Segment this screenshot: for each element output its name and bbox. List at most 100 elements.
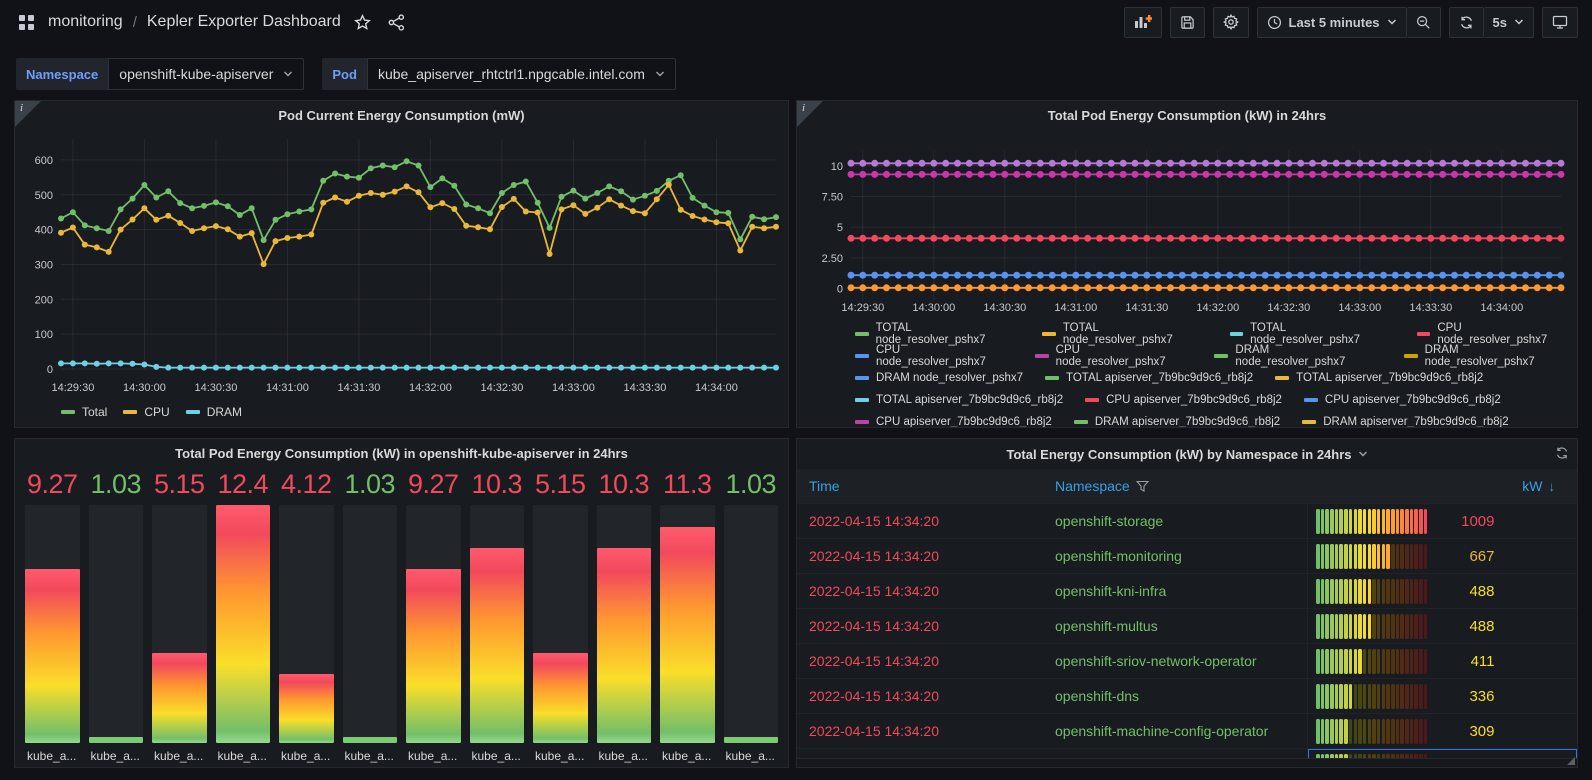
legend-swatch bbox=[855, 332, 869, 336]
legend-item[interactable]: TOTAL node_resolver_pshx7 bbox=[1229, 322, 1395, 346]
panel-resize-handle[interactable] bbox=[1567, 757, 1575, 765]
lcd-segment bbox=[1419, 613, 1423, 639]
legend-item[interactable]: TOTAL apiserver_7b9bc9d9c6_rb8j2 bbox=[1275, 372, 1483, 384]
add-panel-button[interactable] bbox=[1123, 6, 1162, 38]
legend-item-CPU[interactable]: CPU bbox=[123, 405, 170, 419]
bar-gauge-column[interactable]: 9.27 kube_a... bbox=[406, 469, 461, 763]
legend-item-DRAM[interactable]: DRAM bbox=[185, 405, 242, 419]
bar-track bbox=[342, 505, 397, 743]
bar-fill bbox=[469, 547, 524, 743]
lcd-segment bbox=[1395, 613, 1400, 639]
bar-track bbox=[25, 505, 80, 743]
zoom-out-button[interactable] bbox=[1406, 6, 1441, 38]
bar-gauge-column[interactable]: 11.3 kube_a... bbox=[660, 469, 715, 763]
legend-item[interactable]: CPU node_resolver_pshx7 bbox=[1416, 322, 1571, 346]
legend-item[interactable]: CPU node_resolver_pshx7 bbox=[855, 344, 1013, 368]
lcd-segment bbox=[1376, 683, 1381, 709]
cell-time: 2022-04-15 14:34:20 bbox=[809, 723, 939, 739]
legend-item[interactable]: CPU apiserver_7b9bc9d9c6_rb8j2 bbox=[1303, 394, 1501, 406]
panel-title[interactable]: Total Pod Energy Consumption (kW) in ope… bbox=[15, 439, 788, 467]
legend-row: TOTAL apiserver_7b9bc9d9c6_rb8j2 CPU apis… bbox=[855, 389, 1571, 411]
kiosk-mode-button[interactable] bbox=[1542, 6, 1578, 38]
column-header-kw[interactable]: kW ↓ bbox=[1307, 478, 1577, 494]
lcd-segment bbox=[1339, 543, 1343, 569]
namespace-variable-select[interactable]: openshift-kube-apiserver bbox=[108, 58, 305, 90]
legend-item[interactable]: DRAM apiserver_7b9bc9d9c6_rb8j2 bbox=[1073, 416, 1280, 427]
bar-gauge-chart: 9.27 kube_a... 1.03 kube_a... 5.15 kube_a... 1… bbox=[25, 469, 778, 763]
legend-item-Total[interactable]: Total bbox=[61, 405, 107, 419]
panel-title[interactable]: Total Energy Consumption (kW) by Namespa… bbox=[797, 439, 1577, 469]
lcd-segment bbox=[1316, 543, 1320, 569]
lcd-segment bbox=[1334, 543, 1339, 569]
lcd-segment bbox=[1423, 613, 1428, 639]
legend-item[interactable]: TOTAL apiserver_7b9bc9d9c6_rb8j2 bbox=[1045, 372, 1253, 384]
pod-variable-select[interactable]: kube_apiserver_rhtctrl1.npgcable.intel.c… bbox=[366, 58, 676, 90]
legend-swatch bbox=[1073, 420, 1088, 424]
bar-gauge-column[interactable]: 10.3 kube_a... bbox=[596, 469, 651, 763]
column-header-time[interactable]: Time bbox=[797, 478, 1055, 494]
legend-item[interactable]: TOTAL node_resolver_pshx7 bbox=[855, 322, 1020, 346]
bar-gauge-column[interactable]: 1.03 kube_a... bbox=[342, 469, 397, 763]
panel-total-pod-energy-24h: i Total Pod Energy Consumption (kW) in 2… bbox=[796, 100, 1578, 428]
bar-gauge-column[interactable]: 12.4 kube_a... bbox=[215, 469, 270, 763]
lcd-segment bbox=[1367, 648, 1372, 674]
apps-grid-icon[interactable] bbox=[14, 10, 38, 34]
cell-kw: 411 bbox=[1307, 644, 1577, 678]
cell-namespace: openshift-kni-infra bbox=[1055, 583, 1167, 599]
y-axis-tick: 400 bbox=[35, 225, 53, 237]
refresh-interval-picker[interactable]: 5s bbox=[1483, 6, 1534, 38]
bar-gauge-column[interactable]: 9.27 kube_a... bbox=[25, 469, 80, 763]
bar-gauge-column[interactable]: 5.15 kube_a... bbox=[152, 469, 207, 763]
breadcrumb-section[interactable]: monitoring bbox=[48, 13, 123, 31]
bar-gauge-column[interactable]: 10.3 kube_a... bbox=[469, 469, 524, 763]
y-axis-tick: 500 bbox=[35, 190, 53, 202]
x-axis-tick: 14:30:30 bbox=[195, 382, 238, 394]
lcd-segment bbox=[1362, 543, 1367, 569]
bar-track bbox=[215, 505, 270, 743]
lcd-segment bbox=[1391, 578, 1395, 604]
panel-title[interactable]: Pod Current Energy Consumption (mW) bbox=[15, 101, 788, 129]
panel-title[interactable]: Total Pod Energy Consumption (kW) in 24h… bbox=[797, 101, 1577, 129]
cell-kw-value: 411 bbox=[1470, 652, 1495, 670]
legend-label: TOTAL node_resolver_pshx7 bbox=[1250, 322, 1361, 346]
bar-gauge-column[interactable]: 4.12 kube_a... bbox=[279, 469, 334, 763]
legend-item[interactable]: DRAM node_resolver_pshx7 bbox=[855, 372, 1023, 384]
lcd-segment bbox=[1372, 508, 1376, 534]
legend-swatch bbox=[855, 420, 869, 424]
time-range-picker[interactable]: Last 5 minutes bbox=[1256, 6, 1407, 38]
cell-time: 2022-04-15 14:34:20 bbox=[809, 583, 939, 599]
lcd-gauge bbox=[1316, 543, 1429, 569]
legend-label: CPU node_resolver_pshx7 bbox=[875, 344, 986, 368]
bar-fill bbox=[152, 653, 207, 743]
legend-item[interactable]: CPU apiserver_7b9bc9d9c6_rb8j2 bbox=[1085, 394, 1282, 406]
dashboard-settings-button[interactable] bbox=[1212, 6, 1249, 38]
page-title[interactable]: Kepler Exporter Dashboard bbox=[147, 13, 341, 31]
legend-item[interactable]: DRAM node_resolver_pshx7 bbox=[1403, 344, 1571, 368]
refresh-dashboard-button[interactable] bbox=[1448, 6, 1484, 38]
legend-item[interactable]: DRAM node_resolver_pshx7 bbox=[1214, 344, 1381, 368]
x-axis-tick: 14:30:00 bbox=[912, 302, 955, 314]
lcd-segment bbox=[1423, 543, 1428, 569]
star-icon[interactable] bbox=[351, 10, 375, 34]
legend-item[interactable]: TOTAL apiserver_7b9bc9d9c6_rb8j2 bbox=[855, 394, 1063, 406]
legend-item[interactable]: TOTAL node_resolver_pshx7 bbox=[1042, 322, 1207, 346]
save-dashboard-button[interactable] bbox=[1169, 6, 1205, 38]
legend-item[interactable]: CPU apiserver_7b9bc9d9c6_rb8j2 bbox=[855, 416, 1052, 427]
lcd-segment bbox=[1325, 683, 1329, 709]
legend-item[interactable]: CPU node_resolver_pshx7 bbox=[1034, 344, 1193, 368]
lcd-segment bbox=[1405, 718, 1409, 744]
column-header-namespace[interactable]: Namespace bbox=[1055, 478, 1307, 494]
cell-kw: 336 bbox=[1307, 679, 1577, 713]
bar-gauge-column[interactable]: 5.15 kube_a... bbox=[533, 469, 588, 763]
lcd-segment bbox=[1386, 648, 1390, 674]
lcd-segment bbox=[1353, 648, 1357, 674]
lcd-segment bbox=[1391, 718, 1395, 744]
chevron-down-icon bbox=[1358, 451, 1367, 457]
cell-time: 2022-04-15 14:34:20 bbox=[809, 513, 939, 529]
bar-gauge-column[interactable]: 1.03 kube_a... bbox=[723, 469, 778, 763]
panel-refresh-icon[interactable] bbox=[1555, 446, 1569, 460]
share-icon[interactable] bbox=[385, 10, 409, 34]
x-axis-tick: 14:33:00 bbox=[1338, 302, 1381, 314]
bar-gauge-column[interactable]: 1.03 kube_a... bbox=[88, 469, 143, 763]
legend-item[interactable]: DRAM apiserver_7b9bc9d9c6_rb8j2 bbox=[1302, 416, 1509, 427]
